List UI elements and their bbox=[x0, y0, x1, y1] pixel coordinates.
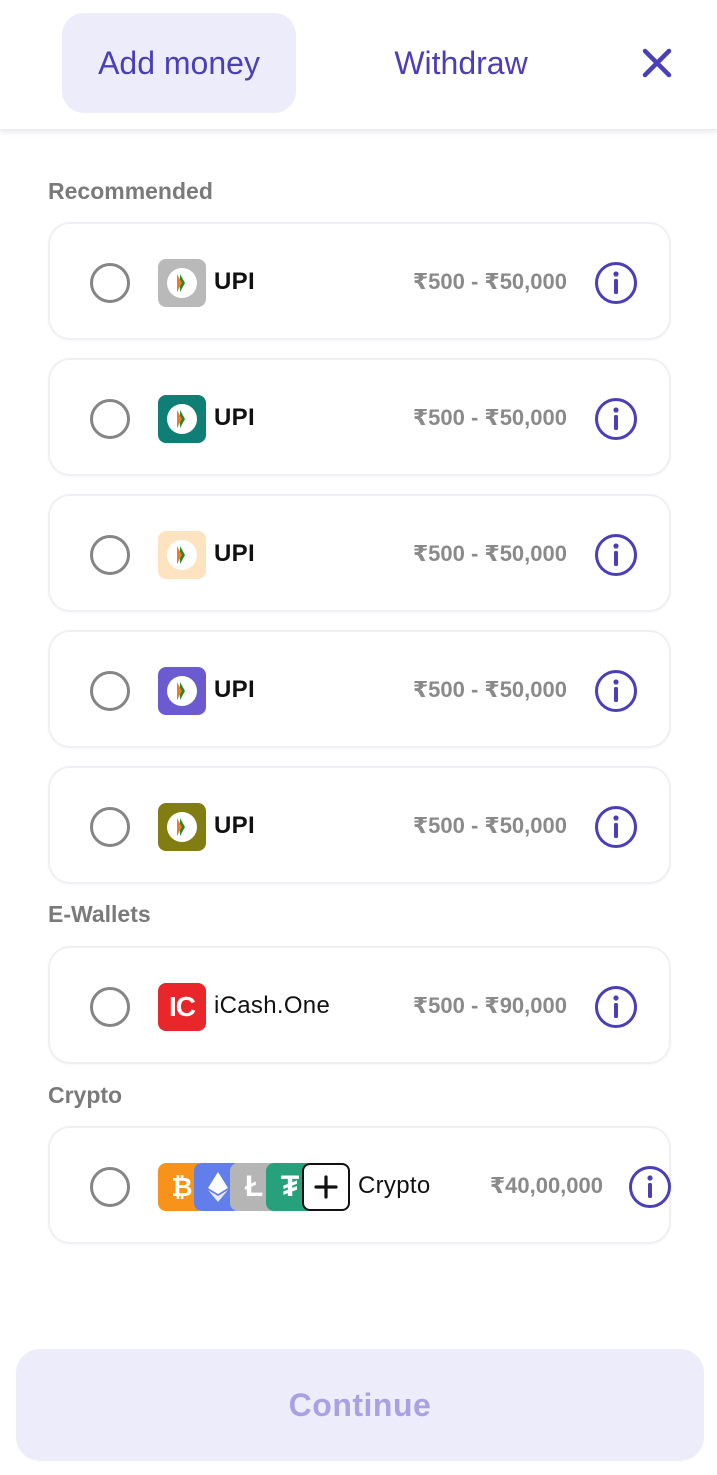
info-icon[interactable] bbox=[594, 805, 638, 849]
method-range: ₹500 - ₹50,000 bbox=[412, 677, 567, 702]
upi-logo bbox=[158, 395, 206, 443]
upi-icon bbox=[177, 410, 185, 428]
method-range: ₹500 - ₹50,000 bbox=[412, 405, 567, 430]
upi-icon bbox=[177, 818, 185, 836]
upi-icon bbox=[177, 274, 185, 292]
radio-button[interactable] bbox=[90, 1167, 130, 1207]
info-icon[interactable] bbox=[594, 669, 638, 713]
method-name: Crypto bbox=[358, 1172, 431, 1199]
method-range: ₹500 - ₹50,000 bbox=[412, 541, 567, 566]
radio-button[interactable] bbox=[90, 671, 130, 711]
plus-icon bbox=[302, 1163, 350, 1211]
method-range: ₹500 - ₹50,000 bbox=[412, 269, 567, 294]
tab-withdraw[interactable]: Withdraw bbox=[355, 13, 567, 113]
method-name: iCash.One bbox=[214, 992, 331, 1019]
payment-method-card[interactable]: UPI ₹500 - ₹50,000 bbox=[48, 630, 671, 748]
section-title-ewallets: E-Wallets bbox=[48, 901, 151, 927]
info-icon[interactable] bbox=[628, 1165, 672, 1209]
tab-add-money[interactable]: Add money bbox=[62, 13, 296, 113]
payment-method-card[interactable]: UPI ₹500 - ₹50,000 bbox=[48, 358, 671, 476]
payment-method-card[interactable]: UPI ₹500 - ₹50,000 bbox=[48, 222, 671, 340]
info-icon[interactable] bbox=[594, 985, 638, 1029]
upi-icon bbox=[177, 682, 185, 700]
radio-button[interactable] bbox=[90, 263, 130, 303]
close-icon bbox=[642, 48, 672, 78]
radio-button[interactable] bbox=[90, 807, 130, 847]
icash-logo-text: IC bbox=[169, 991, 196, 1022]
payment-method-card[interactable]: UPI ₹500 - ₹50,000 bbox=[48, 766, 671, 884]
continue-button[interactable]: Continue bbox=[16, 1349, 704, 1461]
payment-method-card[interactable]: IC iCash.One ₹500 - ₹90,000 bbox=[48, 946, 671, 1064]
payment-method-card[interactable]: ₿ Ł ₮ Crypto ₹40,00,000 bbox=[48, 1126, 671, 1244]
method-name: UPI bbox=[214, 676, 255, 703]
payment-method-card[interactable]: UPI ₹500 - ₹50,000 bbox=[48, 494, 671, 612]
upi-logo bbox=[158, 531, 206, 579]
method-range: ₹500 - ₹90,000 bbox=[412, 993, 567, 1018]
info-icon[interactable] bbox=[594, 533, 638, 577]
method-name: UPI bbox=[214, 540, 255, 567]
method-name: UPI bbox=[214, 404, 255, 431]
info-icon[interactable] bbox=[594, 261, 638, 305]
upi-icon bbox=[177, 546, 185, 564]
header: Add money Withdraw bbox=[0, 0, 717, 130]
upi-logo bbox=[158, 259, 206, 307]
icash-logo: IC bbox=[158, 983, 206, 1031]
radio-button[interactable] bbox=[90, 987, 130, 1027]
crypto-logos: ₿ Ł ₮ bbox=[158, 1163, 350, 1211]
method-name: UPI bbox=[214, 268, 255, 295]
method-name: UPI bbox=[214, 812, 255, 839]
info-icon[interactable] bbox=[594, 397, 638, 441]
section-title-crypto: Crypto bbox=[48, 1082, 123, 1108]
method-range: ₹40,00,000 bbox=[489, 1173, 603, 1198]
radio-button[interactable] bbox=[90, 535, 130, 575]
upi-logo bbox=[158, 667, 206, 715]
section-title-recommended: Recommended bbox=[48, 178, 213, 204]
upi-logo bbox=[158, 803, 206, 851]
method-range: ₹500 - ₹50,000 bbox=[412, 813, 567, 838]
close-button[interactable] bbox=[636, 42, 678, 84]
radio-button[interactable] bbox=[90, 399, 130, 439]
